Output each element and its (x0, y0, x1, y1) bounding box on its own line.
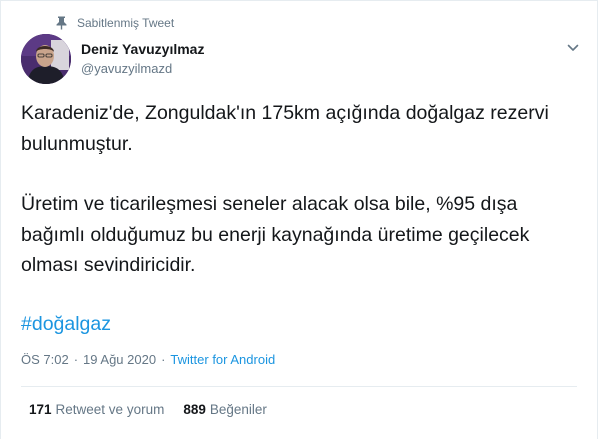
tweet-text: Karadeniz'de, Zonguldak'ın 175km açığınd… (21, 98, 581, 281)
tweet-paragraph: Üretim ve ticarileşmesi seneler alacak o… (21, 193, 530, 276)
author-display-name[interactable]: Deniz Yavuzyılmaz (81, 41, 204, 58)
likes-count: 889 (183, 402, 206, 417)
tweet-time[interactable]: ÖS 7:02 (21, 351, 69, 369)
retweets-count: 171 (29, 402, 52, 417)
likes-label: Beğeniler (209, 402, 267, 417)
tweet-paragraph: Karadeniz'de, Zonguldak'ın 175km açığınd… (21, 102, 549, 155)
pinned-label: Sabitlenmiş Tweet (77, 16, 175, 30)
separator: · (161, 352, 166, 367)
retweets-label: Retweet ve yorum (55, 402, 165, 417)
author-block[interactable]: Deniz Yavuzyılmaz @yavuzyilmazd (81, 41, 204, 78)
chevron-down-icon[interactable] (567, 43, 579, 53)
likes-stat[interactable]: 889 Beğeniler (183, 401, 267, 419)
tweet-date[interactable]: 19 Ağu 2020 (83, 351, 156, 369)
avatar[interactable] (21, 34, 71, 84)
hashtag-link[interactable]: #doğalgaz (21, 313, 111, 335)
author-handle[interactable]: @yavuzyilmazd (81, 60, 204, 78)
tweet-card: Sabitlenmiş Tweet Deniz Yavuzyılmaz @yav… (0, 0, 598, 439)
pin-icon (56, 16, 67, 30)
tweet-metadata: ÖS 7:02 · 19 Ağu 2020 · Twitter for Andr… (21, 351, 275, 369)
avatar-image (21, 34, 71, 84)
divider (21, 386, 577, 387)
tweet-stats: 171 Retweet ve yorum 889 Beğeniler (29, 401, 267, 419)
separator: · (73, 352, 79, 367)
pinned-tweet-indicator: Sabitlenmiş Tweet (55, 15, 174, 31)
hashtag-row: #doğalgaz (21, 309, 111, 339)
retweets-stat[interactable]: 171 Retweet ve yorum (29, 401, 164, 419)
tweet-source-link[interactable]: Twitter for Android (170, 351, 275, 369)
